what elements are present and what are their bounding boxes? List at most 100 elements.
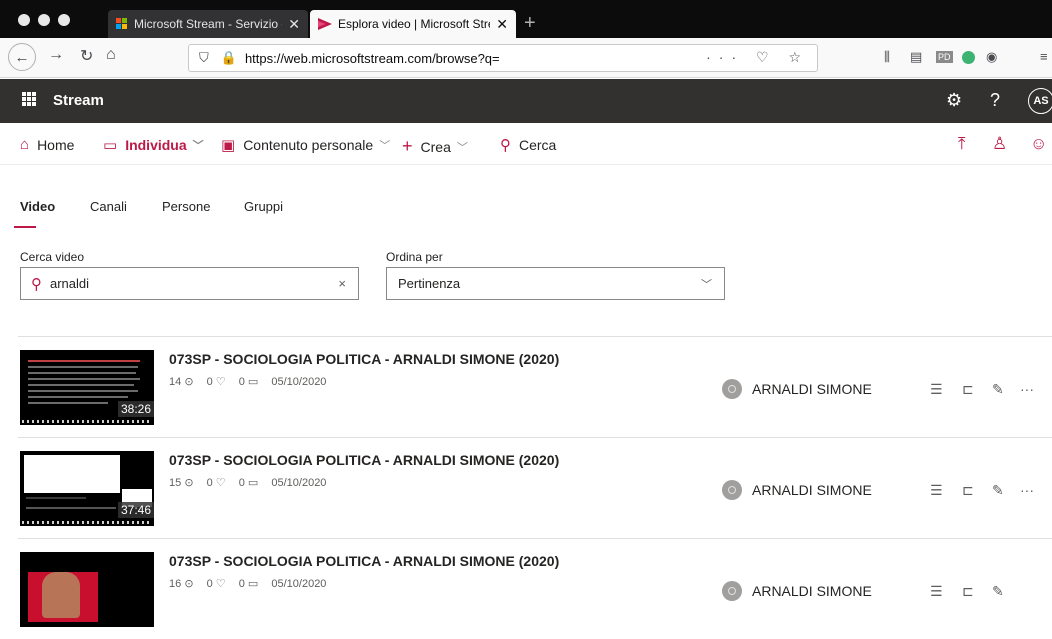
help-icon[interactable]: ?	[990, 90, 1000, 111]
pdf-extension-icon[interactable]: PD	[936, 51, 953, 63]
maximize-window-icon[interactable]	[58, 14, 70, 26]
app-launcher-icon[interactable]	[22, 92, 36, 106]
nav-home-label: Home	[37, 136, 75, 153]
sort-value: Pertinenza	[398, 276, 461, 291]
menu-icon[interactable]: ≡	[1040, 49, 1048, 64]
comments-count: 0	[238, 578, 245, 590]
library-icon[interactable]: ⫼	[884, 49, 890, 65]
back-icon[interactable]: ←	[8, 43, 36, 71]
add-to-group-icon[interactable]: ⊏	[962, 583, 974, 600]
smiley-icon[interactable]: ☺	[1030, 134, 1047, 154]
home-icon: ⌂	[20, 136, 30, 153]
views-icon: ⊙	[184, 578, 194, 590]
video-thumbnail[interactable]: 37:46	[20, 451, 154, 526]
add-to-watchlist-icon[interactable]: ☰	[930, 482, 943, 499]
forward-icon[interactable]: →	[48, 46, 64, 64]
edit-icon[interactable]: ✎	[992, 482, 1004, 499]
search-label: Cerca video	[20, 250, 85, 264]
add-to-group-icon[interactable]: ⊏	[962, 381, 974, 398]
video-row[interactable]: 073SP - SOCIOLOGIA POLITICA - ARNALDI SI…	[0, 539, 1052, 639]
gear-icon[interactable]: ⚙	[946, 90, 962, 111]
shield-icon[interactable]: ⛉	[199, 50, 209, 66]
duration-badge: 37:46	[117, 502, 154, 518]
video-date: 05/10/2020	[271, 578, 327, 590]
sort-dropdown[interactable]: Pertinenza ﹀	[386, 267, 725, 300]
minimize-window-icon[interactable]	[38, 14, 50, 26]
views-icon: ⊙	[184, 376, 194, 388]
video-thumbnail[interactable]: 38:26	[20, 350, 154, 425]
heart-icon: ♡	[215, 477, 226, 489]
chevron-down-icon: ﹀	[701, 278, 712, 291]
search-value[interactable]: arnaldi	[50, 276, 338, 291]
video-title[interactable]: 073SP - SOCIOLOGIA POLITICA - ARNALDI SI…	[169, 553, 559, 569]
add-to-watchlist-icon[interactable]: ☰	[930, 583, 943, 600]
home-icon[interactable]: ⌂	[106, 46, 116, 64]
browser-tab-strip: Microsoft Stream - Servizio di vi ✕ Espl…	[0, 0, 1052, 38]
extension-icon[interactable]	[962, 51, 975, 64]
edit-icon[interactable]: ✎	[992, 381, 1004, 398]
lock-icon[interactable]: 🔒	[221, 50, 237, 66]
video-thumbnail[interactable]	[20, 552, 154, 627]
active-tab-indicator	[14, 226, 36, 228]
video-row[interactable]: 37:46 073SP - SOCIOLOGIA POLITICA - ARNA…	[0, 438, 1052, 538]
tab-close-icon[interactable]: ✕	[288, 16, 300, 33]
discover-icon: ▭	[103, 137, 118, 154]
tab-canali[interactable]: Canali	[90, 199, 127, 214]
video-owner[interactable]: ARNALDI SIMONE	[722, 581, 872, 601]
browser-tab-explore[interactable]: Esplora video | Microsoft Stream ✕	[310, 10, 516, 38]
upload-icon[interactable]: ⤒	[958, 134, 966, 154]
avatar[interactable]: AS	[1028, 88, 1052, 114]
more-icon[interactable]: ···	[1020, 381, 1034, 397]
url-text[interactable]: https://web.microsoftstream.com/browse?q…	[245, 51, 500, 66]
chevron-down-icon: ﹀	[456, 141, 468, 154]
more-icon[interactable]: ···	[1020, 482, 1034, 498]
search-input[interactable]: ⚲ arnaldi ×	[20, 267, 359, 300]
new-tab-button[interactable]: +	[524, 12, 536, 35]
video-title[interactable]: 073SP - SOCIOLOGIA POLITICA - ARNALDI SI…	[169, 351, 559, 367]
avatar	[722, 581, 742, 601]
video-icon: ▣	[221, 137, 236, 154]
video-owner[interactable]: ARNALDI SIMONE	[722, 379, 872, 399]
edit-icon[interactable]: ✎	[992, 583, 1004, 600]
stream-logo-icon	[318, 18, 332, 30]
nav-my-content[interactable]: ▣ Contenuto personale ﹀	[221, 136, 390, 154]
sidebar-icon[interactable]: ▤	[910, 49, 922, 65]
add-user-icon[interactable]: ♙	[992, 134, 1007, 154]
browser-tab-stream-home[interactable]: Microsoft Stream - Servizio di vi ✕	[108, 10, 308, 38]
tab-title: Microsoft Stream - Servizio di vi	[134, 17, 282, 31]
tab-close-icon[interactable]: ✕	[496, 16, 508, 33]
nav-discover[interactable]: ▭ Individua ﹀	[103, 136, 204, 154]
address-bar[interactable]: ⛉ 🔒 https://web.microsoftstream.com/brow…	[188, 44, 818, 72]
account-icon[interactable]: ◉	[986, 49, 997, 65]
page-actions-icon[interactable]: ··· ♡ ☆	[706, 49, 809, 66]
clear-icon[interactable]: ×	[338, 276, 346, 291]
close-window-icon[interactable]	[18, 14, 30, 26]
heart-icon: ♡	[215, 578, 226, 590]
nav-home[interactable]: ⌂ Home	[20, 136, 74, 153]
add-to-group-icon[interactable]: ⊏	[962, 482, 974, 499]
app-title[interactable]: Stream	[53, 92, 104, 109]
avatar	[722, 379, 742, 399]
video-row[interactable]: 38:26 073SP - SOCIOLOGIA POLITICA - ARNA…	[0, 337, 1052, 437]
nav-create[interactable]: + Crea ﹀	[402, 136, 468, 157]
reload-icon[interactable]: ↻	[80, 46, 93, 66]
comment-icon: ▭	[247, 477, 259, 489]
nav-search[interactable]: ⚲ Cerca	[500, 136, 556, 154]
tab-persone[interactable]: Persone	[162, 199, 210, 214]
comments-count: 0	[238, 376, 245, 388]
search-icon: ⚲	[500, 137, 511, 154]
owner-name: ARNALDI SIMONE	[752, 482, 872, 498]
video-title[interactable]: 073SP - SOCIOLOGIA POLITICA - ARNALDI SI…	[169, 452, 559, 468]
likes-count: 0	[206, 477, 213, 489]
views-count: 16	[169, 578, 182, 590]
sort-label: Ordina per	[386, 250, 443, 264]
avatar	[722, 480, 742, 500]
nav-my-content-label: Contenuto personale	[243, 137, 374, 153]
video-owner[interactable]: ARNALDI SIMONE	[722, 480, 872, 500]
tab-video[interactable]: Video	[20, 199, 55, 214]
add-to-watchlist-icon[interactable]: ☰	[930, 381, 943, 398]
owner-name: ARNALDI SIMONE	[752, 381, 872, 397]
tab-gruppi[interactable]: Gruppi	[244, 199, 283, 214]
video-date: 05/10/2020	[271, 376, 327, 388]
duration-badge: 38:26	[117, 401, 154, 417]
